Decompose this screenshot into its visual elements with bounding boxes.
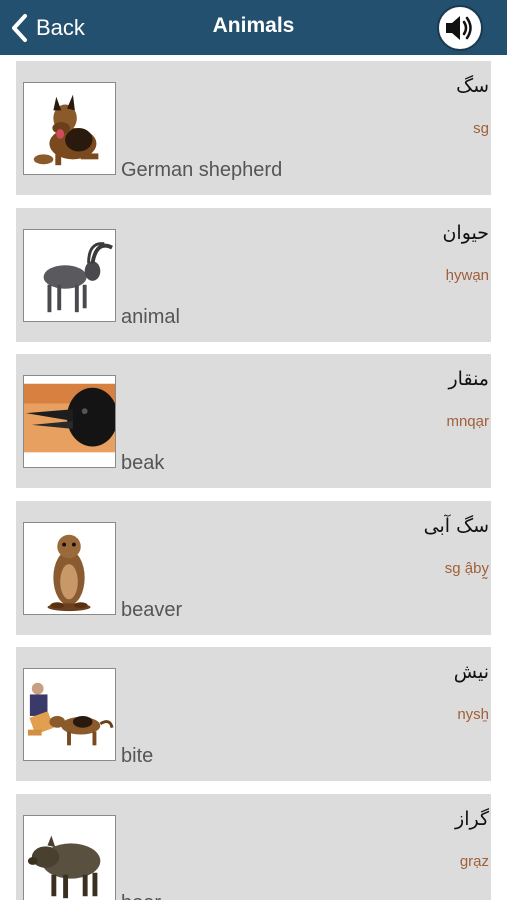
native-word: سگ <box>456 75 489 97</box>
page-title: Animals <box>212 14 295 37</box>
transliteration: ḥywạn <box>445 267 489 284</box>
native-word: سگ آبی <box>423 515 489 537</box>
english-word: German shepherd <box>121 159 283 181</box>
native-word: حیوان <box>442 222 489 244</box>
list-item[interactable]: beak منقار mnqạr <box>16 354 491 488</box>
list-item[interactable]: beaver سگ آبی sg ậby̰ <box>16 501 491 635</box>
dog-bite-image <box>23 668 116 761</box>
english-word: animal <box>121 306 180 328</box>
list-item[interactable]: bite نیش nysẖ <box>16 647 491 781</box>
native-word: منقار <box>448 368 490 390</box>
beaver-image <box>23 522 116 615</box>
list-item[interactable]: German shepherd سگ sg <box>16 61 491 195</box>
transliteration: sg <box>473 120 489 137</box>
boar-image <box>23 815 116 900</box>
transliteration: grạz <box>459 853 489 870</box>
english-word: beak <box>121 452 165 474</box>
native-word: نیش <box>453 661 489 683</box>
english-word: boar <box>121 892 161 900</box>
vocabulary-list[interactable]: German shepherd سگ sg animal حیوان ḥywạn <box>0 55 507 900</box>
list-item[interactable]: boar گراز grạz <box>16 794 491 900</box>
top-nav-bar: Back Animals <box>0 0 507 55</box>
transliteration: sg ậby̰ <box>444 560 489 577</box>
list-item[interactable]: animal حیوان ḥywạn <box>16 208 491 342</box>
native-word: گراز <box>455 808 489 830</box>
speaker-button[interactable] <box>437 5 483 51</box>
transliteration: mnqạr <box>446 413 489 430</box>
english-word: bite <box>121 745 154 767</box>
german-shepherd-image <box>23 82 116 175</box>
ibex-image <box>23 229 116 322</box>
english-word: beaver <box>121 599 183 621</box>
crow-beak-image <box>23 375 116 468</box>
speaker-icon <box>446 16 472 40</box>
transliteration: nysẖ <box>457 706 489 723</box>
